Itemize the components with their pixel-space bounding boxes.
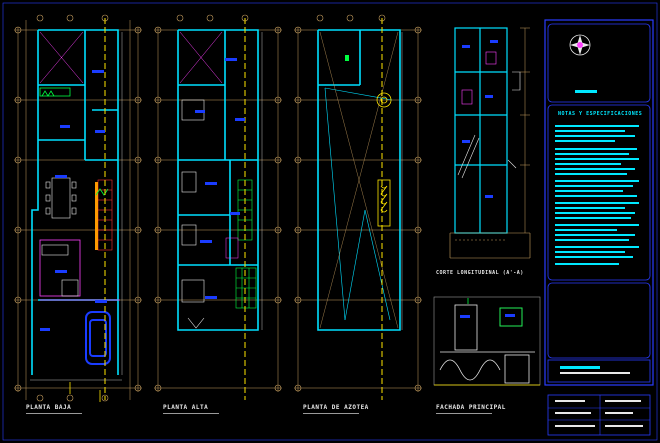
north-arrow-icon bbox=[569, 34, 591, 56]
section-title-fachada-principal: FACHADA PRINCIPAL bbox=[436, 404, 506, 411]
plan-title-underline bbox=[26, 413, 82, 414]
plan-title-planta-alta: PLANTA ALTA bbox=[163, 404, 209, 411]
plan-title-underline bbox=[436, 413, 492, 414]
plan-title-planta-azotea: PLANTA DE AZOTEA bbox=[303, 404, 369, 411]
plan-title-underline bbox=[303, 413, 359, 414]
section-title-corte-longitudinal: CORTE LONGITUDINAL (A'-A) bbox=[436, 270, 524, 276]
cad-drawing-sheet bbox=[0, 0, 660, 443]
plan-title-underline bbox=[163, 413, 219, 414]
notes-heading: NOTAS Y ESPECIFICACIONES bbox=[558, 111, 643, 117]
plan-title-planta-baja: PLANTA BAJA bbox=[26, 404, 72, 411]
